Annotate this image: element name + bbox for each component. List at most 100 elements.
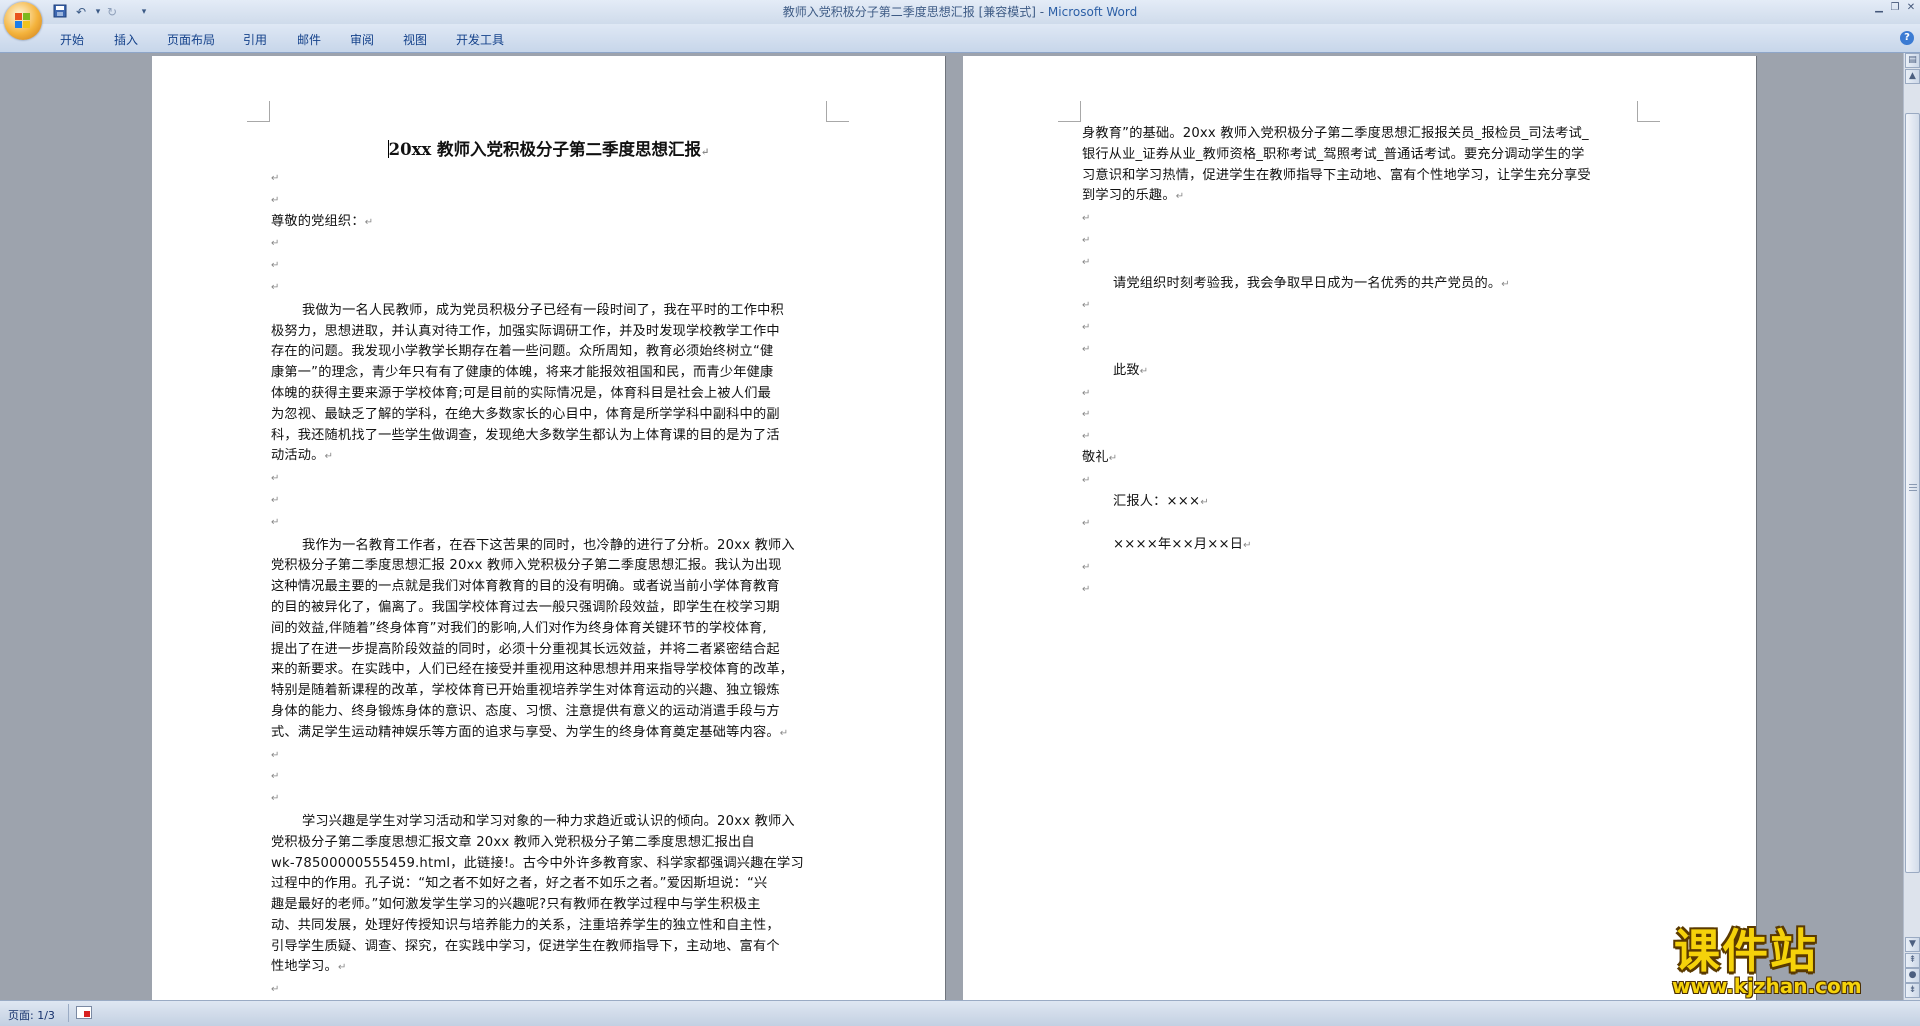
paragraph-mark: ↵	[779, 727, 789, 739]
office-button[interactable]	[4, 2, 42, 40]
paragraph-mark: ↵	[1082, 343, 1091, 355]
body-line: 党积极分子第二季度思想汇报 20xx 教师入党积极分子第二季度思想汇报。我认为出…	[271, 558, 782, 574]
reporter-line: 汇报人：×××	[1113, 493, 1201, 509]
body-line: 提出了在进一步提高阶段效益的同时，必须十分重视其长远效益，并将二者紧密结合起	[271, 641, 780, 657]
body-line: 式、满足学生运动精神娱乐等方面的追求与享受、为学生的终身体育奠定基础等内容。	[271, 724, 780, 740]
paragraph-mark: ↵	[1082, 409, 1091, 421]
paragraph-mark: ↵	[1082, 431, 1091, 443]
body-line: 科，我还随机找了一些学生做调查，发现绝大多数学生都认为上体育课的目的是为了活	[271, 427, 780, 443]
help-icon[interactable]: ?	[1900, 31, 1914, 45]
body-line: 动、共同发展，处理好传授知识与培养能力的关系，注重培养学生的独立性和自主性，	[271, 917, 780, 933]
body-line: 特别是随着新课程的改革，学校体育已开始重视培养学生对体育运动的兴趣、独立锻炼	[271, 683, 780, 699]
paragraph-mark: ↵	[1200, 496, 1209, 508]
page-indicator[interactable]: 页面: 1/3	[8, 1007, 55, 1023]
body-line: 体魄的获得主要来源于学校体育;可是目前的实际情况是，体育科目是社会上被人们最	[271, 385, 771, 401]
closing-line: 敬礼	[1082, 449, 1109, 465]
body-line: 习意识和学习热情，促进学生在教师指导下主动地、富有个性地学习，让学生充分享受	[1082, 167, 1591, 183]
paragraph-mark: ↵	[1082, 583, 1091, 595]
body-line: 为忽视、最缺乏了解的学科，在绝大多数家长的心目中，体育是所学学科中副科中的副	[271, 406, 780, 422]
restore-icon[interactable]: ❐	[1888, 2, 1902, 14]
body-line: 性地学习。	[271, 959, 338, 975]
page1-body: ↵ ↵ 尊敬的党组织：↵ ↵ ↵ ↵ 我做为一名人民教师，成为党员积极分子已经有…	[271, 168, 831, 1000]
crop-mark	[1058, 101, 1081, 122]
tab-review[interactable]: 审阅	[350, 31, 374, 48]
app-name: Microsoft Word	[1047, 5, 1138, 19]
paragraph-mark: ↵	[1082, 234, 1091, 246]
paragraph-mark: ↵	[271, 494, 280, 506]
tab-view[interactable]: 视图	[403, 31, 427, 48]
body-line: 间的效益,伴随着”终身体育”对我们的影响,人们对作为终身体育关键环节的学校体育,	[271, 620, 767, 636]
paragraph-mark: ↵	[1082, 256, 1091, 268]
tab-developer[interactable]: 开发工具	[456, 31, 504, 48]
body-line: 党积极分子第二季度思想汇报文章 20xx 教师入党积极分子第二季度思想汇报出自	[271, 834, 755, 850]
paragraph-mark: ↵	[271, 238, 280, 250]
scroll-thumb[interactable]	[1905, 113, 1920, 873]
tab-page-layout[interactable]: 页面布局	[167, 31, 215, 48]
paragraph-mark: ↵	[1243, 540, 1252, 552]
close-icon[interactable]: ✕	[1904, 2, 1918, 14]
body-line: 我作为一名教育工作者，在吞下这苦果的同时，也冷静的进行了分析。20xx 教师入	[302, 537, 795, 553]
title-bar: ↶ ▾ ↻ ▾ 教师入党积极分子第二季度思想汇报 [兼容模式] - Micros…	[0, 0, 1920, 24]
watermark-title: 课件站	[1674, 924, 1818, 978]
paragraph-mark: ↵	[271, 173, 280, 184]
paragraph-mark: ↵	[1082, 387, 1091, 399]
watermark-url: www.kjzhan.com	[1672, 974, 1862, 998]
paragraph-mark: ↵	[271, 281, 280, 293]
tab-insert[interactable]: 插入	[114, 31, 138, 48]
document-workspace[interactable]: 20xx 教师入党积极分子第二季度思想汇报↵ ↵ ↵ 尊敬的党组织：↵ ↵ ↵ …	[0, 53, 1903, 1000]
body-line: 我做为一名人民教师，成为党员积极分子已经有一段时间了，我在平时的工作中积	[302, 302, 784, 318]
document-heading: 20xx 教师入党积极分子第二季度思想汇报↵	[152, 136, 945, 160]
paragraph-mark: ↵	[271, 260, 280, 272]
paragraph-mark: ↵	[1501, 278, 1510, 290]
body-line: 趣是最好的老师。”如何激发学生学习的兴趣呢?只有教师在教学过程中与学生积极主	[271, 897, 761, 913]
crop-mark	[826, 101, 849, 122]
body-line: wk-78500000555459.html，此链接!。古今中外许多教育家、科学…	[271, 855, 804, 871]
paragraph-mark: ↵	[271, 984, 280, 996]
body-line: 这种情况最主要的一点就是我们对体育教育的目的没有明确。或者说当前小学体育教育	[271, 579, 780, 595]
body-line: 引导学生质疑、调查、探究，在实践中学习，促进学生在教师指导下，主动地、富有个	[271, 938, 780, 954]
body-line: 康第一”的理念，青少年只有有了健康的体魄，将来才能报效祖国和民，而青少年健康	[271, 365, 774, 381]
paragraph-mark: ↵	[1082, 561, 1091, 573]
page2-body: 身教育”的基础。20xx 教师入党积极分子第二季度思想汇报报关员_报检员_司法考…	[1082, 124, 1642, 601]
crop-mark	[247, 101, 270, 122]
minimize-icon[interactable]: ▁	[1872, 2, 1886, 14]
paragraph-mark: ↵	[364, 216, 374, 228]
status-bar: 页面: 1/3	[0, 1000, 1920, 1026]
tab-mailings[interactable]: 邮件	[297, 31, 321, 48]
body-line: 学习兴趣是学生对学习活动和学习对象的一种力求趋近或认识的倾向。20xx 教师入	[302, 813, 795, 829]
paragraph-mark: ↵	[271, 749, 280, 761]
paragraph-mark: ↵	[1082, 213, 1091, 225]
request-line: 请党组织时刻考验我，我会争取早日成为一名优秀的共产党员的。	[1113, 275, 1502, 291]
ribbon-tabs: 开始 插入 页面布局 引用 邮件 审阅 视图 开发工具 ?	[0, 24, 1920, 53]
paragraph-mark: ↵	[1082, 518, 1091, 530]
heading-text: 20xx 教师入党积极分子第二季度思想汇报	[388, 140, 701, 159]
paragraph-mark: ↵	[1082, 300, 1091, 312]
paragraph-mark: ↵	[271, 793, 280, 805]
tab-home[interactable]: 开始	[60, 31, 84, 48]
paragraph-mark: ↵	[1082, 474, 1091, 486]
closing-line: 此致	[1113, 362, 1140, 378]
scroll-up-icon[interactable]: ▲	[1905, 69, 1920, 84]
proofing-icon[interactable]	[76, 1006, 92, 1019]
body-line: 极努力，思想进取，并认真对待工作，加强实际调研工作，并及时发现学校教学工作中	[271, 323, 780, 339]
body-line: 动活动。	[271, 448, 325, 464]
tab-references[interactable]: 引用	[243, 31, 267, 48]
document-title: 教师入党积极分子第二季度思想汇报 [兼容模式] -	[782, 5, 1048, 19]
document-page-1[interactable]: 20xx 教师入党积极分子第二季度思想汇报↵ ↵ ↵ 尊敬的党组织：↵ ↵ ↵ …	[152, 56, 945, 1000]
body-line: 到学习的乐趣。	[1082, 188, 1176, 204]
paragraph-mark: ↵	[1139, 365, 1149, 377]
site-watermark: 课件站 www.kjzhan.com	[1668, 925, 1908, 1005]
vertical-scrollbar[interactable]: ▤ ▲ ▼ ⇞ ● ⇟	[1903, 53, 1920, 1000]
paragraph-mark: ↵	[324, 451, 334, 463]
body-line: 过程中的作用。孔子说：“知之者不如好之者，好之者不如乐之者。”爱因斯坦说：“兴	[271, 876, 768, 892]
document-page-2[interactable]: 身教育”的基础。20xx 教师入党积极分子第二季度思想汇报报关员_报检员_司法考…	[963, 56, 1756, 1000]
paragraph-mark: ↵	[1082, 322, 1091, 334]
office-logo-icon	[15, 13, 31, 29]
ruler-toggle-icon[interactable]: ▤	[1905, 53, 1920, 68]
paragraph-mark: ↵	[271, 473, 280, 485]
body-line: 的目的被异化了，偏离了。我国学校体育过去一般只强调阶段效益，即学生在校学习期	[271, 599, 780, 615]
body-line: 身教育”的基础。20xx 教师入党积极分子第二季度思想汇报报关员_报检员_司法考…	[1082, 126, 1589, 141]
window-title: 教师入党积极分子第二季度思想汇报 [兼容模式] - Microsoft Word	[0, 3, 1920, 20]
paragraph-mark: ↵	[1108, 452, 1118, 464]
paragraph-mark: ↵	[1175, 191, 1185, 203]
